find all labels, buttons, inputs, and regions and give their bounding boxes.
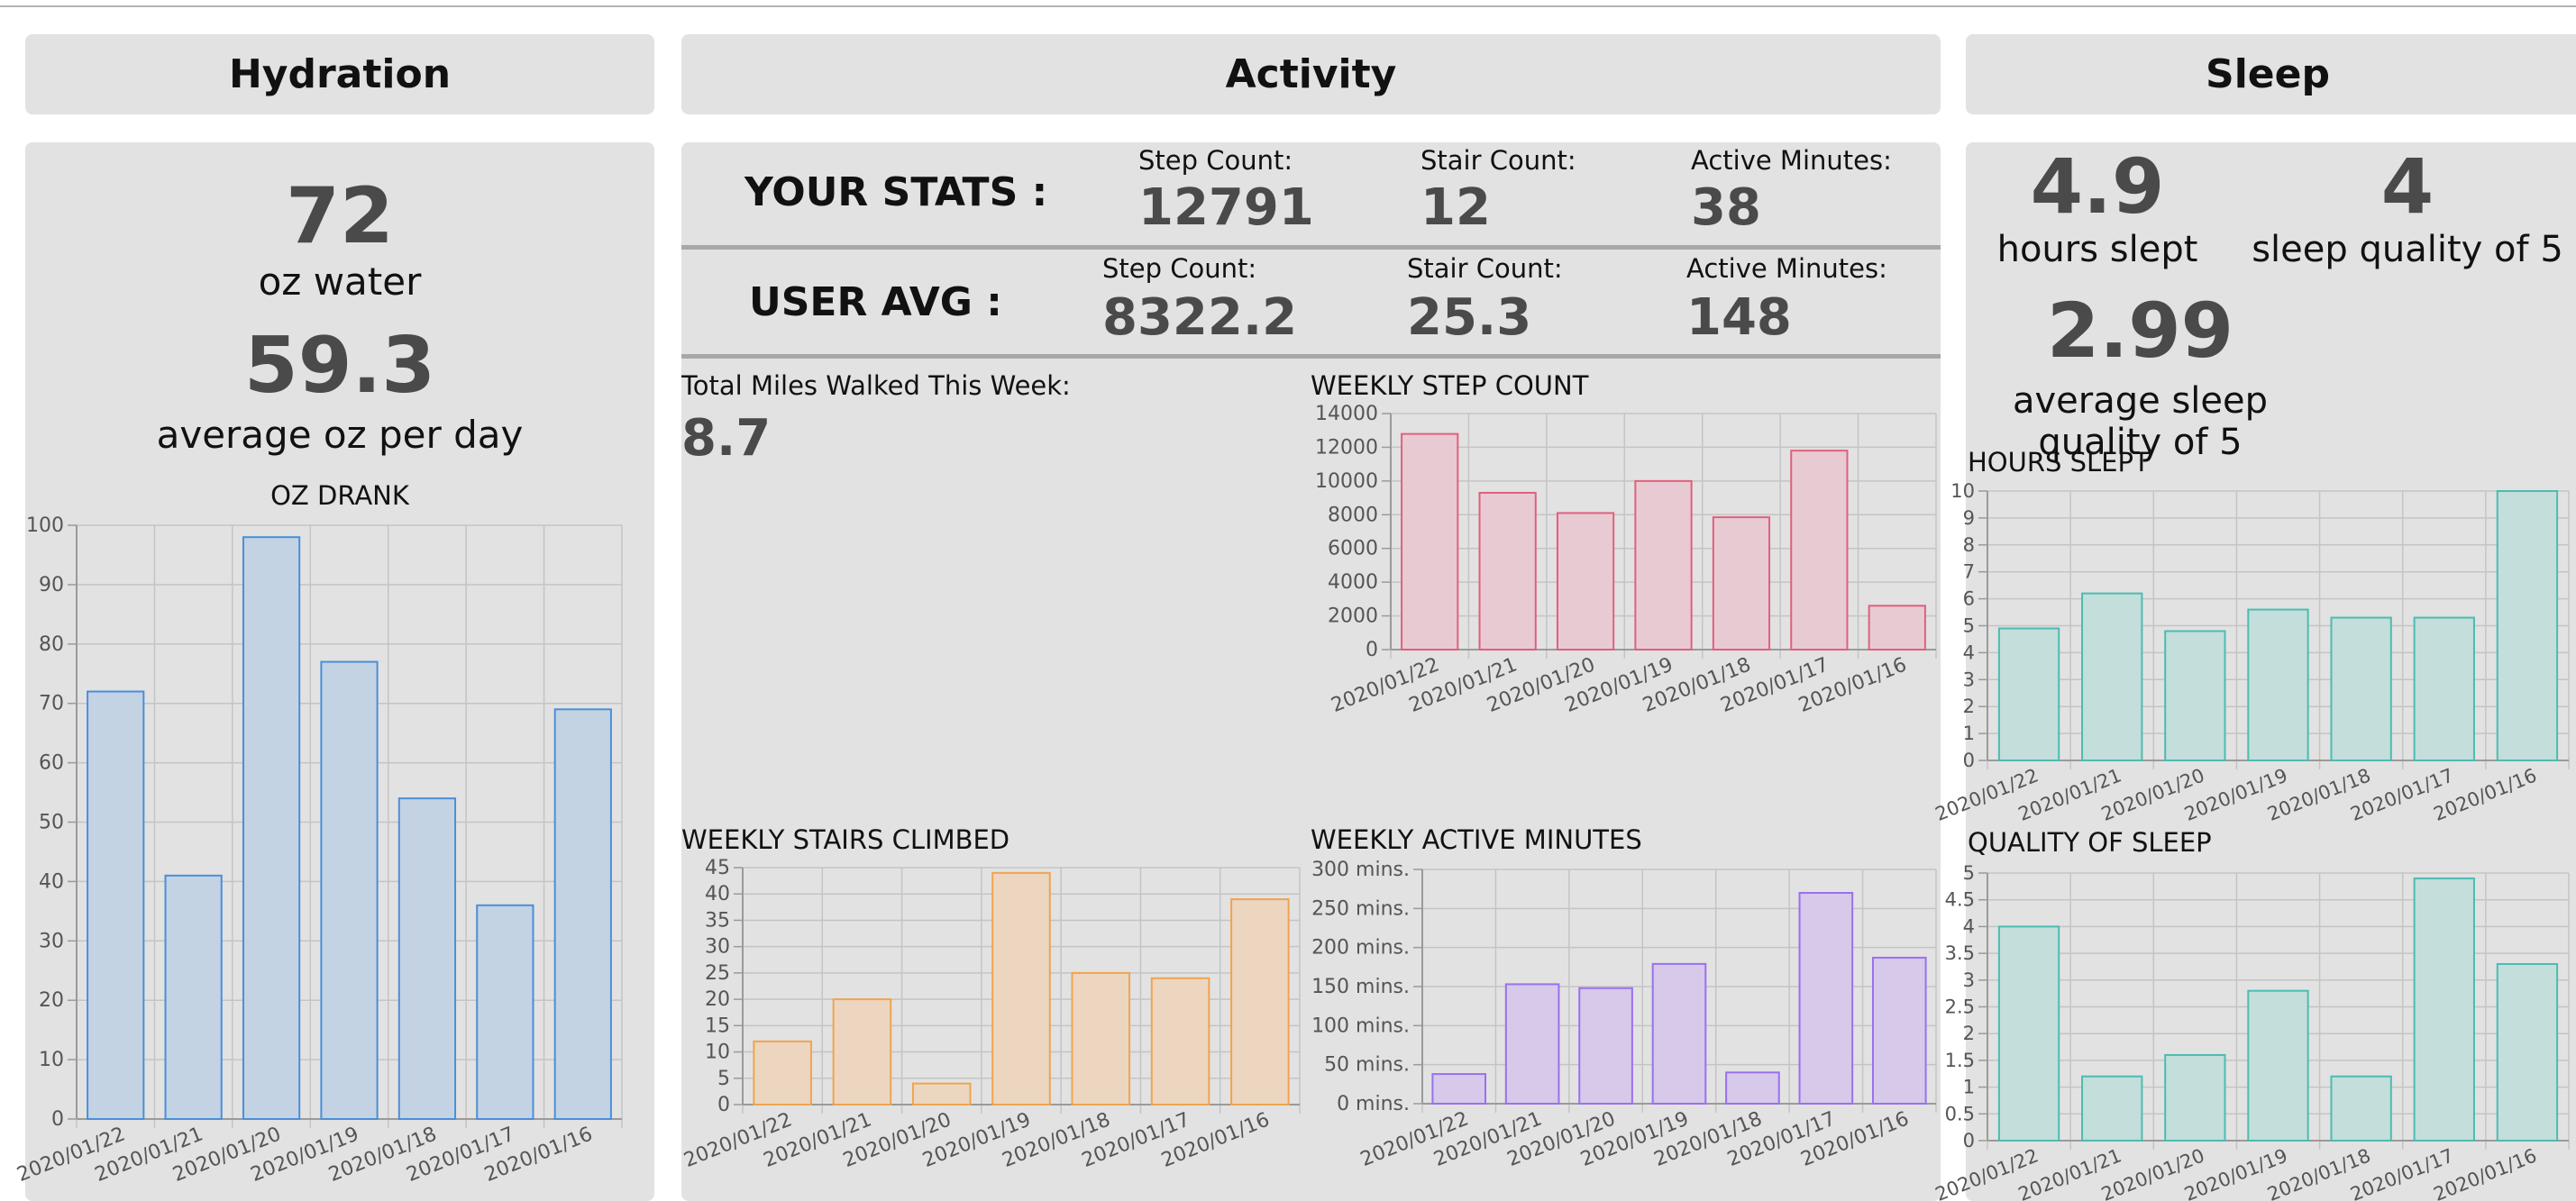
hours-chart-title: HOURS SLEPT [1968,447,2150,478]
sleep-quality-label: sleep quality of 5 [2252,229,2563,270]
avg-active-label: Active Minutes: [1686,253,1887,284]
quality-chart-title: QUALITY OF SLEEP [1968,827,2212,858]
activity-panel: YOUR STATS : Step Count: 12791 Stair Cou… [681,142,1941,1201]
your-active-value: 38 [1691,178,1761,237]
hydration-average-unit: average oz per day [156,413,524,457]
your-stats-label: YOUR STATS : [744,169,1048,215]
sleep-quality-value: 4 [2380,142,2434,231]
avg-step-label: Step Count: [1102,253,1257,284]
avg-sleep-quality-value: 2.99 [2046,287,2234,375]
hydration-today-unit: oz water [258,259,422,304]
activity-title: Activity [1225,51,1397,97]
hydration-average-value: 59.3 [243,321,436,411]
your-step-label: Step Count: [1138,145,1293,176]
sleep-panel: 4.9 hours slept 4 sleep quality of 5 2.9… [1966,142,2576,1201]
stats-divider [681,245,1941,250]
steps-chart-title: WEEKLY STEP COUNT [1311,370,1589,401]
miles-value: 8.7 [681,409,772,468]
user-avg-label: USER AVG : [749,279,1002,325]
avg-step-value: 8322.2 [1102,288,1298,347]
active-chart-title: WEEKLY ACTIVE MINUTES [1311,824,1642,855]
avg-stair-value: 25.3 [1407,288,1532,347]
sleep-title: Sleep [2206,51,2330,97]
your-step-value: 12791 [1138,178,1314,237]
hydration-header: Hydration [25,34,654,114]
hours-slept-value: 4.9 [2030,142,2165,231]
your-stair-value: 12 [1420,178,1491,237]
top-border [0,5,2576,7]
hydration-today-value: 72 [286,171,394,261]
your-active-label: Active Minutes: [1691,145,1892,176]
oz-chart-title: OZ DRANK [270,480,409,511]
your-stair-label: Stair Count: [1420,145,1576,176]
hydration-title: Hydration [228,51,452,97]
hydration-panel: 72 oz water 59.3 average oz per day OZ D… [25,142,654,1201]
activity-header: Activity [681,34,1941,114]
avg-active-value: 148 [1686,288,1792,347]
miles-label: Total Miles Walked This Week: [681,370,1071,401]
stairs-chart-title: WEEKLY STAIRS CLIMBED [681,824,1010,855]
avg-stair-label: Stair Count: [1407,253,1563,284]
avg-divider [681,354,1941,359]
sleep-header: Sleep [1966,34,2576,114]
hours-slept-label: hours slept [1996,229,2198,270]
